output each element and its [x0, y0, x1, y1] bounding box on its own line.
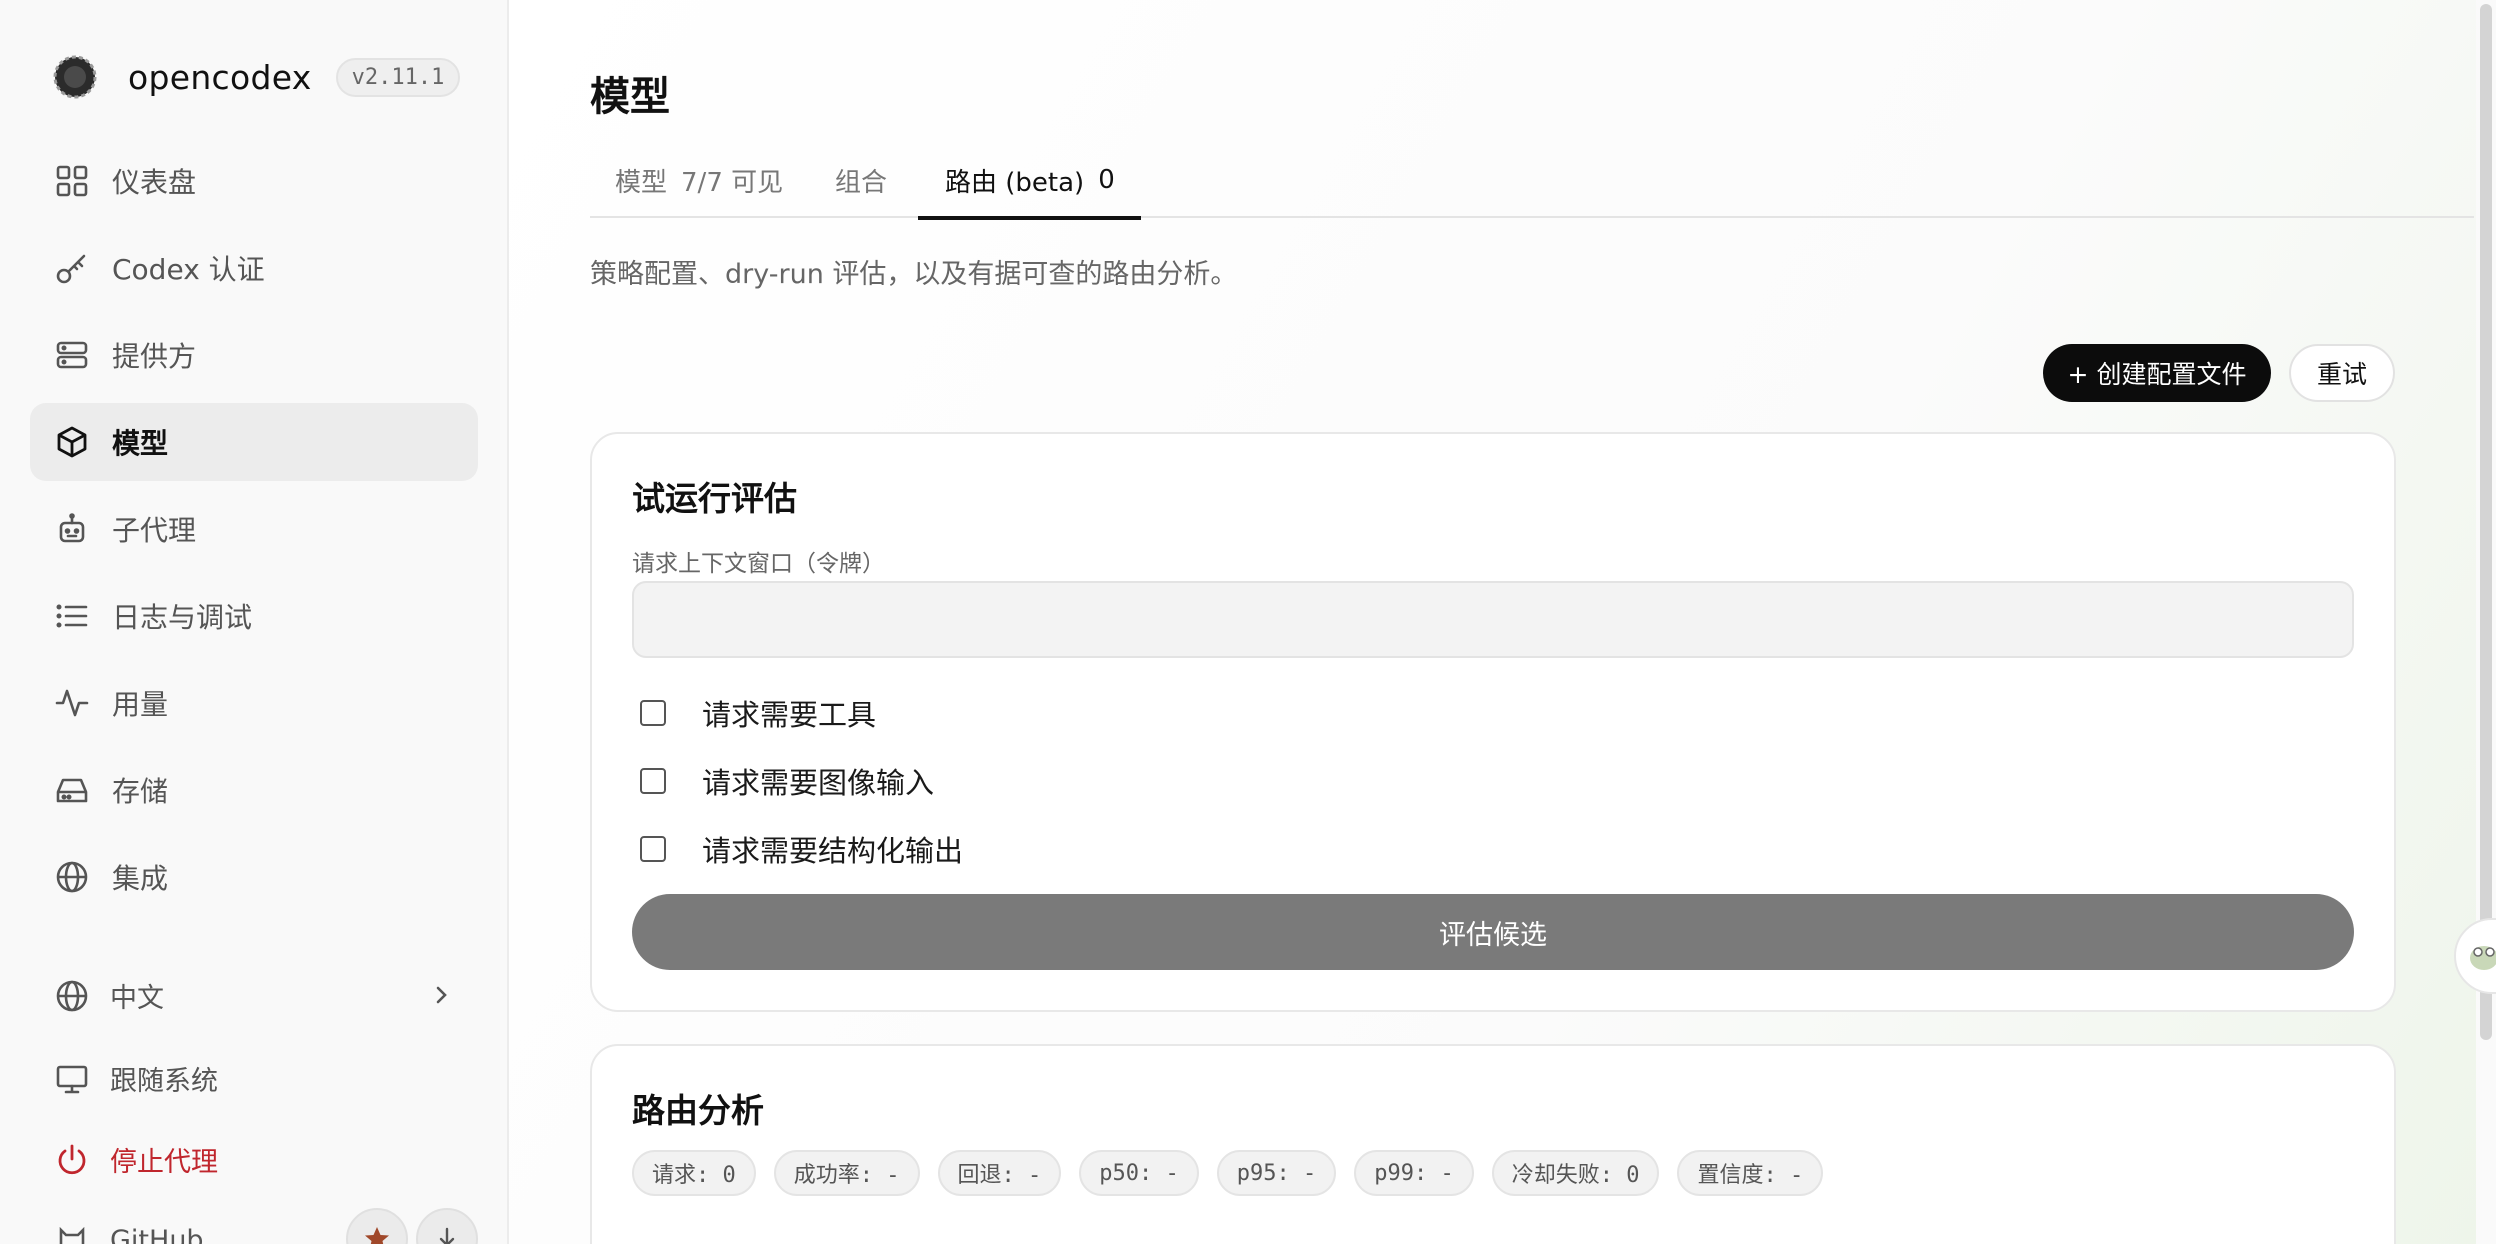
sidebar-item-label: 子代理 — [112, 514, 197, 547]
page-title: 模型 — [590, 74, 670, 120]
routing-analytics-title: 路由分析 — [632, 1091, 764, 1130]
stat-success-rate: 成功率: - — [773, 1150, 920, 1196]
sidebar-nav: 仪表盘 Codex 认证 提供方 模型 子代理 日志与调试 用量 存储 集成 — [30, 142, 478, 925]
star-icon — [365, 1227, 389, 1244]
sidebar-item-label: 日志与调试 — [112, 601, 253, 634]
checkbox-label: 请求需要结构化输出 — [702, 834, 964, 868]
retry-button[interactable]: 重试 — [2289, 344, 2395, 402]
stat-p99: p99: - — [1354, 1150, 1474, 1196]
requires-tools-checkbox[interactable] — [640, 700, 666, 726]
tab-label: 路由 (beta) — [945, 167, 1085, 198]
page-subtitle: 策略配置、dry-run 评估，以及有据可查的路由分析。 — [590, 259, 1238, 290]
sidebar-item-logs-debug[interactable]: 日志与调试 — [30, 577, 478, 655]
activity-icon — [54, 685, 90, 721]
download-icon — [439, 1227, 455, 1244]
robot-icon — [54, 511, 90, 547]
download-button[interactable] — [416, 1208, 478, 1244]
create-profile-button[interactable]: + 创建配置文件 — [2043, 344, 2271, 402]
sidebar-item-label: 模型 — [112, 427, 169, 460]
dry-run-card: 试运行评估 请求上下文窗口（令牌） 请求需要工具 请求需要图像输入 请求需要结构… — [590, 432, 2396, 1012]
stat-requests: 请求: 0 — [632, 1150, 756, 1196]
tab-label: 模型 — [615, 167, 668, 198]
tab-models[interactable]: 模型 7/7 可见 — [615, 142, 783, 218]
power-icon — [54, 1142, 90, 1178]
tab-count: 0 — [1098, 165, 1115, 195]
sidebar-item-subagents[interactable]: 子代理 — [30, 490, 478, 568]
github-label: GitHub — [110, 1224, 204, 1244]
sidebar: opencodex v2.11.1 仪表盘 Codex 认证 提供方 模型 子代… — [0, 0, 509, 1244]
theme-label: 跟随系统 — [110, 1066, 218, 1097]
sidebar-item-dashboard[interactable]: 仪表盘 — [30, 142, 478, 220]
sidebar-item-label: 提供方 — [112, 340, 197, 373]
stat-p95: p95: - — [1216, 1150, 1337, 1196]
star-button[interactable] — [346, 1208, 408, 1244]
context-window-label: 请求上下文窗口（令牌） — [632, 551, 885, 577]
github-link[interactable]: GitHub — [54, 1222, 204, 1244]
stat-fallback: 回退: - — [937, 1150, 1062, 1196]
stop-proxy-label: 停止代理 — [110, 1147, 218, 1178]
brand[interactable]: opencodex v2.11.1 — [52, 54, 461, 100]
sidebar-item-label: 用量 — [112, 688, 169, 721]
routing-analytics-card: 路由分析 请求: 0 成功率: - 回退: - p50: - p95: - p9… — [590, 1044, 2396, 1244]
sidebar-item-models[interactable]: 模型 — [30, 403, 478, 481]
dashboard-grid-icon — [54, 163, 90, 199]
globe-icon — [54, 859, 90, 895]
github-icon — [54, 1222, 90, 1244]
main-content: 模型 模型 7/7 可见 组合 路由 (beta) 0 策略配置、dry-run… — [509, 0, 2496, 1244]
scrollbar-thumb[interactable] — [2480, 4, 2492, 1040]
checkbox-row-image-input[interactable]: 请求需要图像输入 — [640, 760, 934, 802]
sidebar-item-integrations[interactable]: 集成 — [30, 838, 478, 916]
server-icon — [54, 337, 90, 373]
checkbox-label: 请求需要工具 — [702, 698, 877, 732]
evaluate-candidates-button[interactable]: 评估候选 — [632, 894, 2354, 970]
requires-image-input-checkbox[interactable] — [640, 768, 666, 794]
theme-selector[interactable]: 跟随系统 — [54, 1059, 218, 1098]
stat-p50: p50: - — [1079, 1150, 1199, 1196]
sidebar-item-label: 仪表盘 — [112, 166, 197, 199]
tab-count: 7/7 可见 — [681, 167, 784, 198]
stat-cooldown-failures: 冷却失败: 0 — [1491, 1150, 1660, 1196]
tab-routing[interactable]: 路由 (beta) 0 — [918, 142, 1141, 220]
language-label: 中文 — [110, 983, 164, 1014]
stats-row: 请求: 0 成功率: - 回退: - p50: - p95: - p99: - … — [632, 1150, 1841, 1196]
sidebar-item-storage[interactable]: 存储 — [30, 751, 478, 829]
cube-icon — [54, 424, 90, 460]
context-window-input[interactable] — [632, 581, 2354, 658]
monitor-icon — [54, 1061, 90, 1097]
list-icon — [54, 598, 90, 634]
version-badge: v2.11.1 — [335, 57, 461, 97]
sidebar-item-providers[interactable]: 提供方 — [30, 316, 478, 394]
stat-confidence: 置信度: - — [1677, 1150, 1824, 1196]
checkbox-label: 请求需要图像输入 — [702, 766, 935, 800]
sidebar-item-label: Codex 认证 — [112, 253, 265, 286]
stop-proxy-button[interactable]: 停止代理 — [54, 1140, 218, 1179]
sidebar-item-label: 存储 — [112, 775, 169, 808]
hard-drive-icon — [54, 772, 90, 808]
checkbox-row-structured-output[interactable]: 请求需要结构化输出 — [640, 828, 963, 870]
sidebar-item-usage[interactable]: 用量 — [30, 664, 478, 742]
sidebar-item-codex-auth[interactable]: Codex 认证 — [30, 229, 478, 307]
tab-bar: 模型 7/7 可见 组合 路由 (beta) 0 — [590, 142, 2474, 220]
key-icon — [54, 250, 90, 286]
globe-icon — [54, 978, 90, 1014]
requires-structured-output-checkbox[interactable] — [640, 836, 666, 862]
mascot-icon — [2470, 946, 2496, 970]
dry-run-title: 试运行评估 — [632, 479, 797, 518]
opencodex-logo-icon — [53, 55, 97, 99]
sidebar-item-label: 集成 — [112, 862, 169, 895]
checkbox-row-tools[interactable]: 请求需要工具 — [640, 692, 876, 734]
language-selector[interactable]: 中文 — [54, 976, 164, 1015]
chevron-right-icon[interactable] — [430, 980, 454, 1010]
brand-name: opencodex — [128, 57, 312, 97]
tab-label: 组合 — [835, 167, 888, 198]
tab-combos[interactable]: 组合 — [835, 142, 887, 218]
app-root: opencodex v2.11.1 仪表盘 Codex 认证 提供方 模型 子代… — [0, 0, 2496, 1244]
